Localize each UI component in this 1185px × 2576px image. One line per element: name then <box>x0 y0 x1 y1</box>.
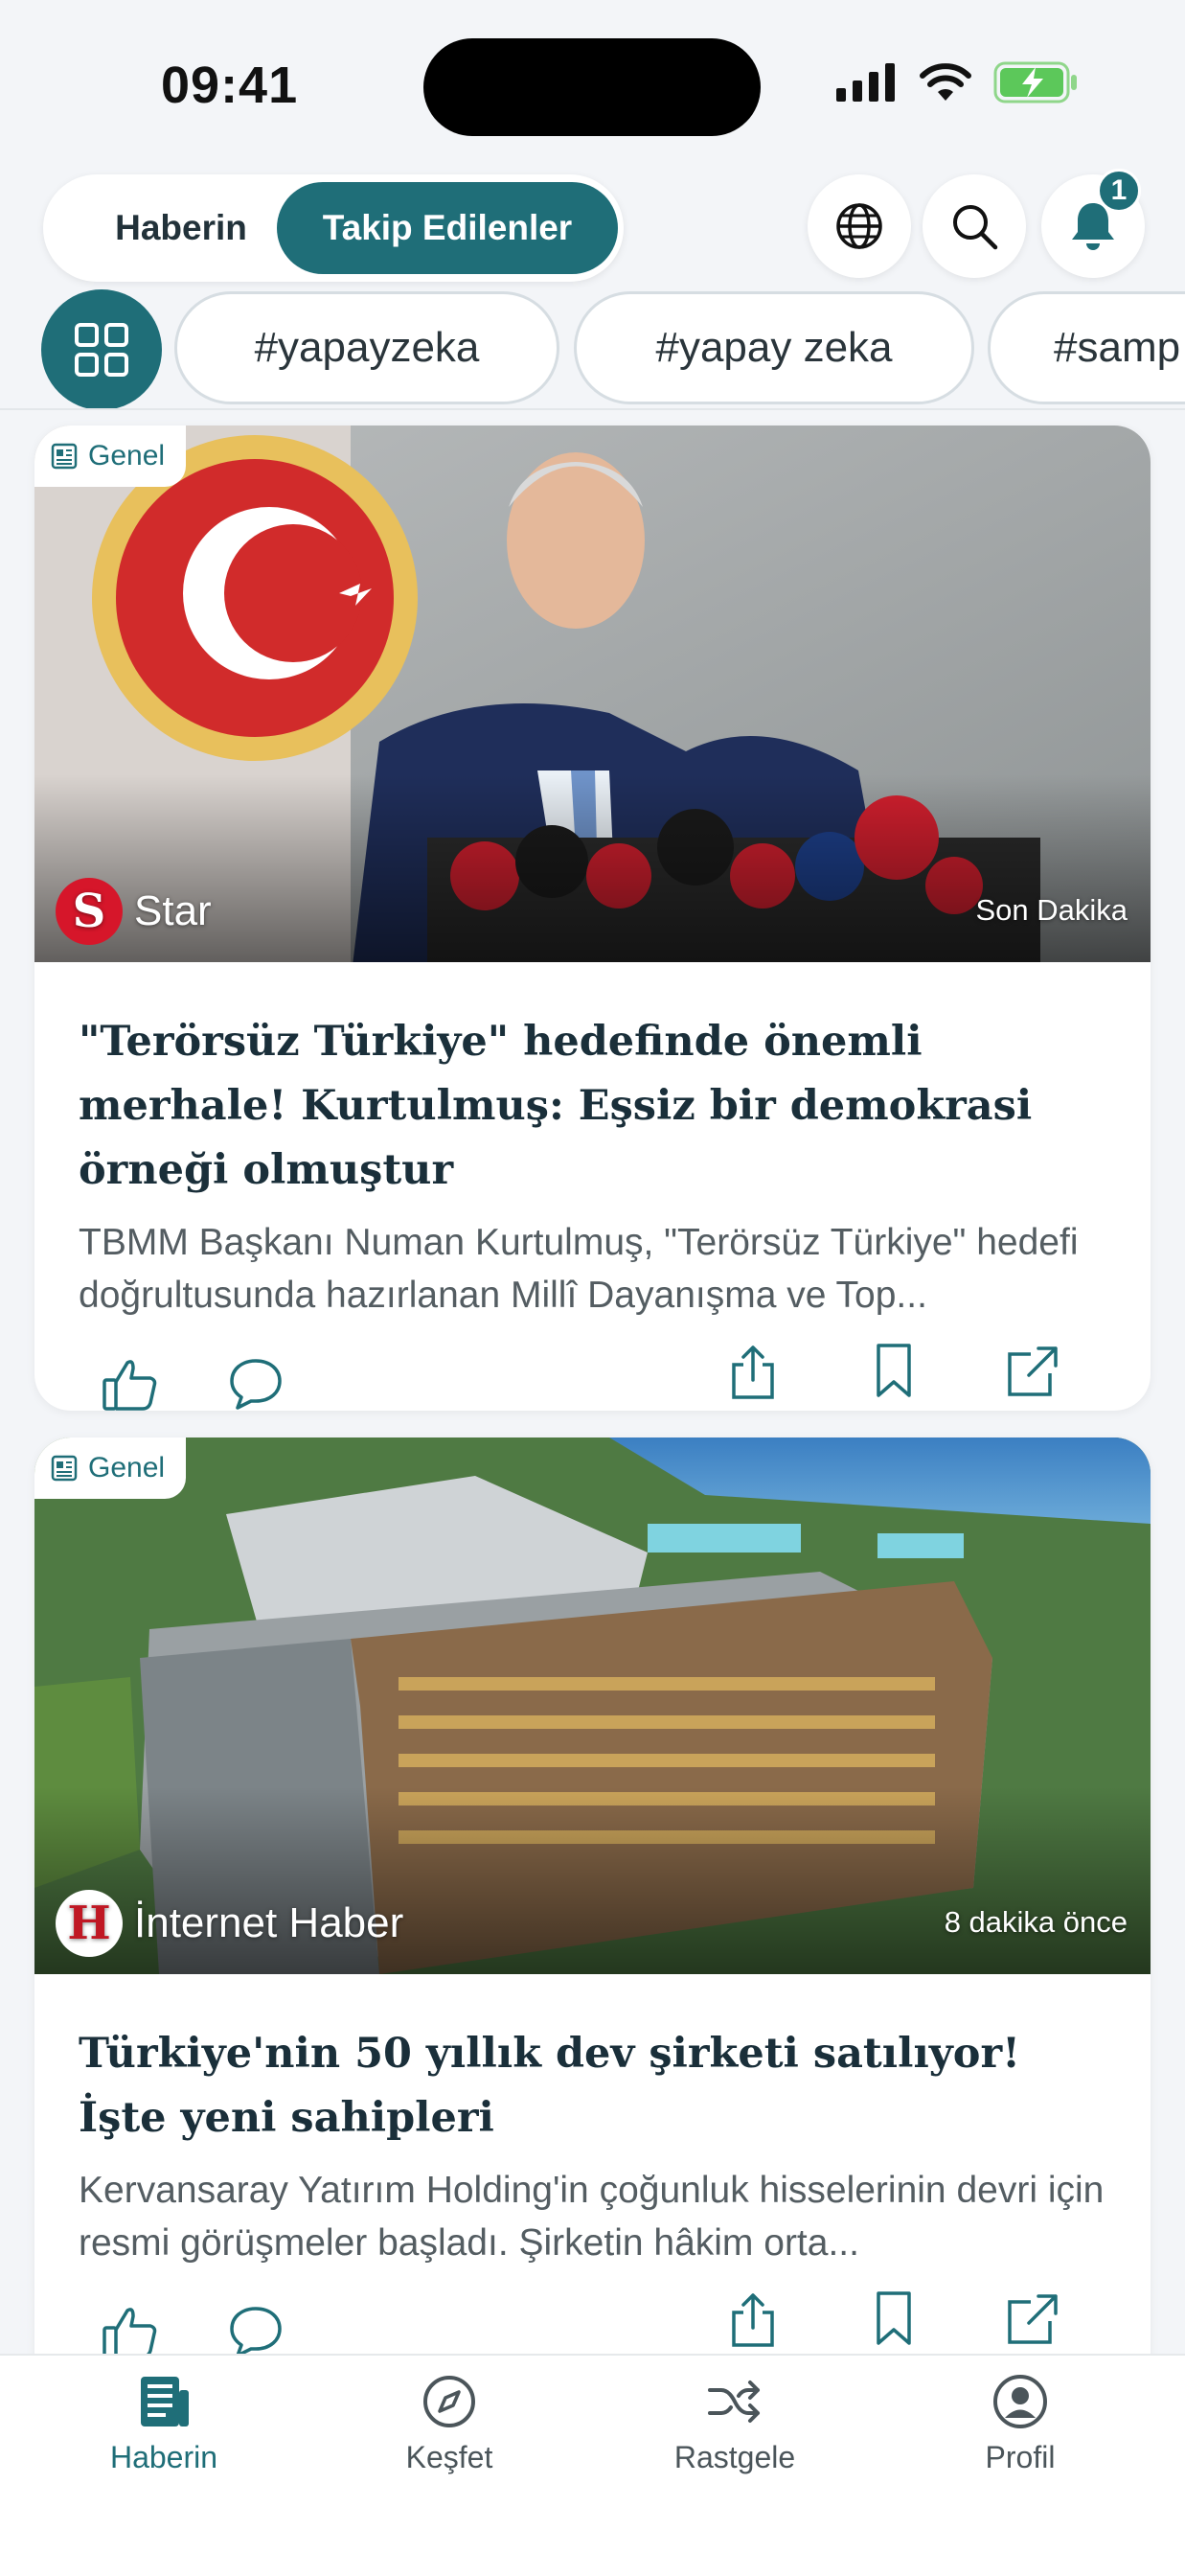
notification-count-badge: 1 <box>1097 169 1141 213</box>
external-link-icon <box>1008 2294 1058 2344</box>
wifi-icon <box>920 63 971 101</box>
signal-icon <box>836 63 895 102</box>
comment-icon <box>230 2307 282 2358</box>
card-actions <box>34 1322 1151 1411</box>
battery-charging-icon <box>993 61 1077 104</box>
header-divider <box>0 408 1185 410</box>
grid-icon <box>75 323 128 377</box>
source-name: Star <box>134 887 212 934</box>
bookmark-button[interactable] <box>860 2285 927 2352</box>
categories-grid-button[interactable] <box>41 289 162 408</box>
shuffle-icon <box>708 2380 760 2423</box>
globe-icon <box>836 203 882 249</box>
search-icon <box>953 205 998 250</box>
category-label: Genel <box>88 440 166 472</box>
nav-label: Rastgele <box>673 2440 796 2474</box>
share-icon <box>732 1346 774 1399</box>
newspaper-icon <box>51 1455 78 1482</box>
tab-takip-edilenler[interactable]: Takip Edilenler <box>277 182 618 274</box>
news-summary[interactable]: TBMM Başkanı Numan Kurtulmuş, "Terörsüz … <box>79 1216 1106 1322</box>
news-time: 8 dakika önce <box>944 1905 1128 1939</box>
like-button[interactable] <box>98 1350 165 1411</box>
share-icon <box>732 2293 774 2347</box>
open-external-button[interactable] <box>998 1339 1065 1406</box>
source-name: İnternet Haber <box>134 1899 404 1946</box>
news-title[interactable]: "Terörsüz Türkiye" hedefinde önemli merh… <box>79 1010 1106 1203</box>
bookmark-icon <box>877 2291 911 2345</box>
category-badge: Genel <box>34 1438 187 1499</box>
comment-icon <box>230 1359 282 1410</box>
nav-kesfet[interactable]: Keşfet <box>344 2373 555 2475</box>
news-body[interactable]: Türkiye'nin 50 yıllık dev şirketi satılı… <box>34 1974 1151 2269</box>
nav-rastgele[interactable]: Rastgele <box>629 2373 840 2475</box>
news-source[interactable]: H İnternet Haber <box>56 1890 403 1957</box>
dynamic-island <box>423 38 761 136</box>
top-header: Haberin Takip Edilenler 1 <box>0 163 1185 288</box>
star-logo-icon: S <box>56 878 123 945</box>
thumbs-up-icon <box>103 1360 157 1411</box>
nav-label: Profil <box>985 2440 1056 2474</box>
bookmark-icon <box>877 1344 911 1397</box>
newspaper-icon <box>51 443 78 470</box>
share-button[interactable] <box>719 2287 786 2354</box>
category-badge: Genel <box>34 426 187 487</box>
bookmark-button[interactable] <box>860 1337 927 1404</box>
nav-label: Haberin <box>109 2440 218 2474</box>
nav-haberin[interactable]: Haberin <box>58 2373 269 2475</box>
news-image[interactable]: Genel H İnternet Haber 8 dakika önce <box>34 1438 1151 1974</box>
nav-profil[interactable]: Profil <box>915 2373 1126 2475</box>
tab-haberin[interactable]: Haberin <box>53 182 309 274</box>
nav-label: Keşfet <box>405 2440 493 2474</box>
status-time: 09:41 <box>161 57 299 114</box>
news-time: Son Dakika <box>975 893 1128 927</box>
profile-icon <box>993 2375 1047 2428</box>
news-source[interactable]: S Star <box>56 878 212 945</box>
status-bar: 09:41 <box>0 0 1185 163</box>
status-icons <box>836 61 1080 104</box>
open-external-button[interactable] <box>998 2287 1065 2354</box>
hashtag-row: #yapayzeka #yapay zeka #samp <box>0 288 1185 408</box>
news-card[interactable]: Genel S Star Son Dakika "Terörsüz Türkiy… <box>34 426 1151 1411</box>
category-label: Genel <box>88 1452 166 1484</box>
external-link-icon <box>1008 1346 1058 1396</box>
news-image[interactable]: Genel S Star Son Dakika <box>34 426 1151 962</box>
comment-button[interactable] <box>222 1350 289 1411</box>
internet-haber-logo-icon: H <box>56 1890 123 1957</box>
language-button[interactable] <box>808 174 911 278</box>
share-button[interactable] <box>719 1339 786 1406</box>
bottom-navigation: Haberin Keşfet Rastgele Profil <box>0 2354 1185 2576</box>
compass-icon <box>423 2376 475 2427</box>
tag-chip[interactable]: #samp <box>988 291 1185 404</box>
news-icon <box>141 2377 189 2426</box>
news-card[interactable]: Genel H İnternet Haber 8 dakika önce Tür… <box>34 1438 1151 2434</box>
tag-chip[interactable]: #yapay zeka <box>574 291 974 404</box>
news-summary[interactable]: Kervansaray Yatırım Holding'in çoğunluk … <box>79 2164 1106 2269</box>
feed-segmented-control: Haberin Takip Edilenler <box>43 174 624 282</box>
news-title[interactable]: Türkiye'nin 50 yıllık dev şirketi satılı… <box>79 2022 1106 2150</box>
notifications-button[interactable]: 1 <box>1041 169 1145 278</box>
news-body[interactable]: "Terörsüz Türkiye" hedefinde önemli merh… <box>34 962 1151 1322</box>
search-button[interactable] <box>923 174 1026 278</box>
tag-chip[interactable]: #yapayzeka <box>174 291 559 404</box>
